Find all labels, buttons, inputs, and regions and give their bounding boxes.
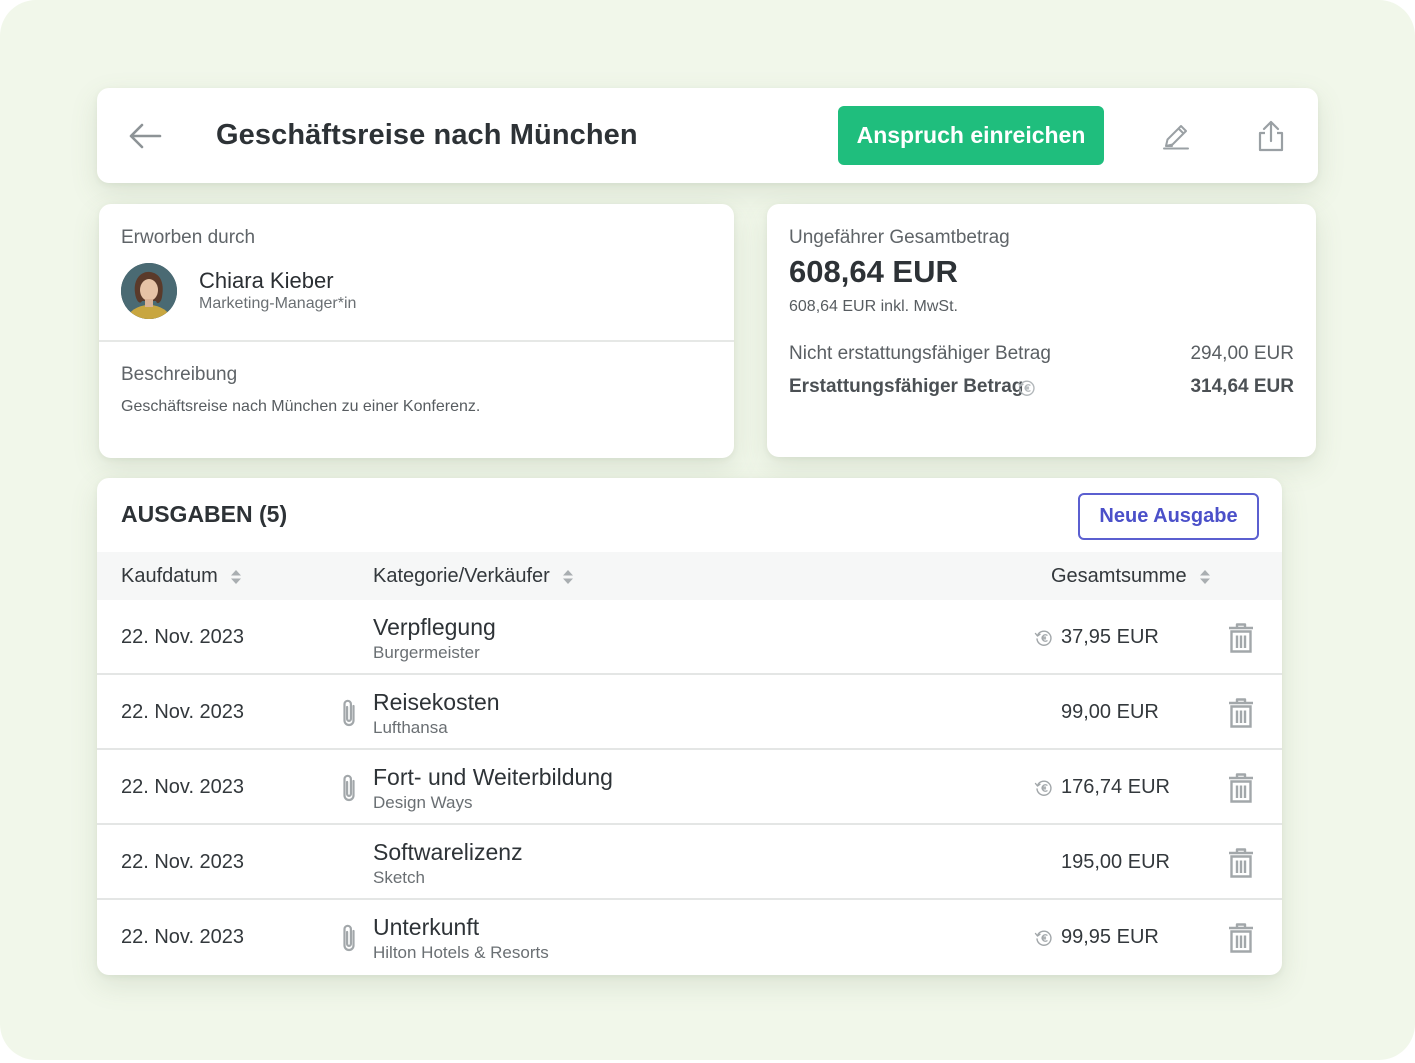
expense-amount: 176,74 EUR: [1061, 776, 1170, 798]
page-title: Geschäftsreise nach München: [216, 119, 638, 151]
approx-total-value: 608,64 EUR: [789, 254, 958, 289]
back-arrow-icon: [129, 123, 162, 149]
person-name: Chiara Kieber: [199, 268, 334, 293]
column-header-date-label: Kaufdatum: [121, 565, 218, 587]
expense-category: Softwarelizenz: [373, 839, 523, 865]
column-header-category-label: Kategorie/Verkäufer: [373, 565, 550, 587]
description-text: Geschäftsreise nach München zu einer Kon…: [121, 398, 481, 415]
expense-date: 22. Nov. 2023: [121, 626, 245, 648]
paperclip-icon[interactable]: [339, 772, 359, 804]
trash-icon[interactable]: [1227, 697, 1255, 729]
expense-category: Reisekosten: [373, 689, 500, 715]
expense-amount: 99,95 EUR: [1061, 926, 1159, 948]
euro-refund-icon: [1034, 780, 1052, 796]
expense-vendor: Sketch: [373, 868, 425, 887]
paperclip-icon[interactable]: [339, 697, 359, 729]
sort-icon: [1199, 569, 1210, 584]
acquired-by-label: Erworben durch: [121, 227, 256, 248]
submit-claim-button[interactable]: Anspruch einreichen: [838, 106, 1104, 165]
sort-icon: [562, 569, 573, 584]
expense-category: Verpflegung: [373, 614, 496, 640]
expense-date: 22. Nov. 2023: [121, 926, 245, 948]
edit-button[interactable]: [1160, 120, 1192, 154]
divider: [99, 340, 734, 342]
non-refundable-label: Nicht erstattungsfähiger Betrag: [789, 343, 1051, 364]
column-header-category[interactable]: Kategorie/Verkäufer: [373, 565, 574, 588]
expense-vendor: Lufthansa: [373, 718, 448, 737]
non-refundable-value: 294,00 EUR: [1190, 343, 1294, 364]
approx-total-label: Ungefährer Gesamtbetrag: [789, 227, 1010, 248]
expense-vendor: Burgermeister: [373, 643, 480, 662]
trash-icon[interactable]: [1227, 772, 1255, 804]
expense-vendor: Hilton Hotels & Resorts: [373, 943, 549, 962]
trash-icon[interactable]: [1227, 622, 1255, 654]
expense-category: Fort- und Weiterbildung: [373, 764, 613, 790]
expense-amount: 37,95 EUR: [1061, 626, 1159, 648]
expense-amount: 99,00 EUR: [1061, 701, 1159, 723]
paperclip-icon[interactable]: [339, 922, 359, 954]
euro-refund-icon: [1017, 380, 1035, 396]
expense-date: 22. Nov. 2023: [121, 851, 245, 873]
pencil-icon: [1163, 125, 1189, 150]
expense-amount: 195,00 EUR: [1061, 851, 1170, 873]
refundable-value: 314,64 EUR: [1190, 376, 1294, 397]
sort-icon: [230, 569, 241, 584]
refundable-label: Erstattungsfähiger Betrag: [789, 376, 1024, 397]
expense-category: Unterkunft: [373, 914, 480, 940]
share-button[interactable]: [1255, 118, 1287, 152]
back-button[interactable]: [126, 120, 164, 152]
total-incl-vat: 608,64 EUR inkl. MwSt.: [789, 298, 958, 315]
new-expense-button[interactable]: Neue Ausgabe: [1078, 493, 1259, 540]
column-header-date[interactable]: Kaufdatum: [121, 565, 242, 588]
trash-icon[interactable]: [1227, 922, 1255, 954]
expenses-title: AUSGABEN (5): [121, 501, 288, 527]
expense-date: 22. Nov. 2023: [121, 776, 245, 798]
description-label: Beschreibung: [121, 364, 238, 385]
expense-date: 22. Nov. 2023: [121, 701, 245, 723]
avatar: [121, 263, 177, 319]
person-avatar-icon: [121, 263, 177, 319]
share-icon: [1258, 120, 1284, 152]
column-header-total-label: Gesamtsumme: [1051, 565, 1187, 587]
person-role: Marketing-Manager*in: [199, 295, 357, 312]
column-header-total[interactable]: Gesamtsumme: [1051, 565, 1211, 588]
euro-refund-icon: [1034, 630, 1052, 646]
trash-icon[interactable]: [1227, 847, 1255, 879]
expense-vendor: Design Ways: [373, 793, 473, 812]
euro-refund-icon: [1034, 930, 1052, 946]
